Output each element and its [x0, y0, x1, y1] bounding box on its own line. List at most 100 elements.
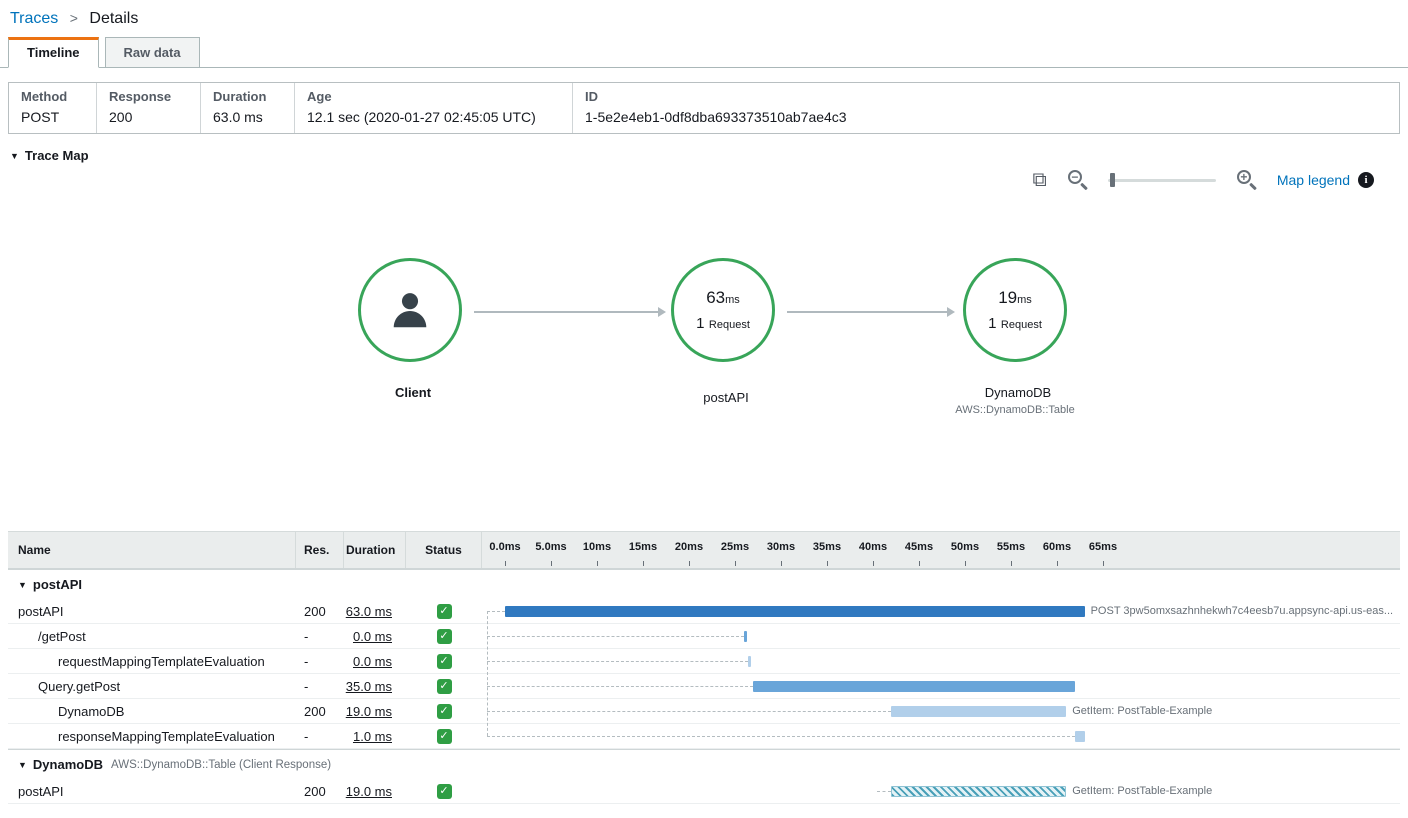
tab-timeline[interactable]: Timeline [8, 37, 99, 68]
summary-col-id: ID1-5e2e4eb1-0df8dba693373510ab7ae4c3 [573, 83, 1399, 133]
breadcrumb-traces-link[interactable]: Traces [10, 10, 58, 27]
timeline-guide [487, 711, 891, 712]
segment-duration-link[interactable]: 19.0 ms [346, 704, 392, 719]
summary-col-header: Response [109, 89, 188, 104]
timeline-bar[interactable] [891, 786, 1066, 797]
axis-tick-label: 40ms [859, 541, 887, 553]
segment-status-cell: ✓ [406, 654, 482, 669]
summary-col-value: 200 [109, 109, 188, 125]
zoom-slider[interactable] [1108, 172, 1216, 188]
axis-tick-mark [505, 561, 506, 566]
bar-label: GetItem: PostTable-Example [1072, 785, 1212, 797]
zoom-out-button[interactable]: − [1067, 169, 1088, 190]
axis-tick-label: 55ms [997, 541, 1025, 553]
xray-trace-details-page: Traces > Details TimelineRaw data Method… [0, 0, 1408, 804]
bar-label: GetItem: PostTable-Example [1072, 705, 1212, 717]
node-duration: 63 [706, 288, 725, 307]
timeline-bar[interactable] [1075, 731, 1084, 742]
collapse-icon[interactable]: ▼ [18, 580, 27, 590]
segment-response-code: - [296, 729, 344, 744]
timeline-bar[interactable] [505, 606, 1085, 617]
segment-duration-link[interactable]: 0.0 ms [353, 629, 392, 644]
map-node-client[interactable] [358, 258, 462, 362]
summary-col-age: Age12.1 sec (2020-01-27 02:45:05 UTC) [295, 83, 573, 133]
axis-tick-mark [1057, 561, 1058, 566]
timeline-body: ▼postAPIpostAPI20063.0 ms✓POST 3pw5omxsa… [8, 569, 1400, 804]
axis-tick-label: 65ms [1089, 541, 1117, 553]
summary-col-header: ID [585, 89, 1387, 104]
magnifier-handle [1080, 183, 1088, 191]
node-metrics: 19ms 1 Request [988, 288, 1042, 333]
map-edge-postapi-dynamodb[interactable] [787, 311, 947, 313]
map-node-postapi[interactable]: 63ms 1 Request [671, 258, 775, 362]
axis-tick-mark [1011, 561, 1012, 566]
segment-response-code: - [296, 654, 344, 669]
tab-list: TimelineRaw data [0, 37, 1408, 68]
zoom-in-button[interactable]: + [1236, 169, 1257, 190]
trace-map-canvas: ⧉ − + Map legend i Client [0, 163, 1408, 531]
segment-duration-cell: 0.0 ms [344, 654, 406, 669]
timeline-group-dynamodb: ▼ DynamoDB AWS::DynamoDB::Table (Client Re… [8, 749, 1400, 804]
summary-table: MethodPOSTResponse200Duration63.0 msAge1… [8, 82, 1400, 134]
axis-tick-label: 35ms [813, 541, 841, 553]
node-duration-unit: ms [725, 294, 740, 306]
segment-duration-link[interactable]: 63.0 ms [346, 604, 392, 619]
axis-tick-label: 15ms [629, 541, 657, 553]
info-icon[interactable]: i [1358, 172, 1374, 188]
collapse-icon[interactable]: ▼ [18, 760, 27, 770]
segment-name: responseMappingTemplateEvaluation [8, 729, 296, 744]
tab-raw-data[interactable]: Raw data [105, 37, 200, 68]
magnifier-handle [1249, 183, 1257, 191]
axis-tick-mark [919, 561, 920, 566]
segment-chart-cell: GetItem: PostTable-Example [482, 779, 1400, 803]
segment-status-cell: ✓ [406, 604, 482, 619]
timeline-bar[interactable] [753, 681, 1075, 692]
segment-duration-cell: 1.0 ms [344, 729, 406, 744]
trace-map-toggle[interactable]: ▼ Trace Map [0, 134, 1408, 163]
timeline-row-dynamodb[interactable]: DynamoDB20019.0 ms✓GetItem: PostTable-Ex… [8, 699, 1400, 724]
segment-chart-cell [482, 724, 1400, 748]
timeline-row-postapi[interactable]: postAPI20063.0 ms✓POST 3pw5omxsazhnhekwh… [8, 599, 1400, 624]
zoom-out-icon: − [1068, 170, 1082, 184]
axis-tick-label: 45ms [905, 541, 933, 553]
map-edge-client-postapi[interactable] [474, 311, 658, 313]
segment-duration-link[interactable]: 1.0 ms [353, 729, 392, 744]
segment-status-cell: ✓ [406, 629, 482, 644]
timeline-row-requestmappingtemplateevaluation[interactable]: requestMappingTemplateEvaluation-0.0 ms✓ [8, 649, 1400, 674]
bar-label: POST 3pw5omxsazhnhekwh7c4eesb7u.appsync-… [1091, 605, 1393, 617]
map-toolbar: ⧉ − + Map legend i [1033, 169, 1374, 190]
timeline-bar[interactable] [891, 706, 1066, 717]
zoom-slider-handle[interactable] [1110, 173, 1115, 187]
axis-tick-label: 60ms [1043, 541, 1071, 553]
group-label: DynamoDB [33, 757, 103, 772]
column-header-name: Name [8, 532, 296, 568]
node-duration: 19 [998, 288, 1017, 307]
timeline-bar[interactable] [748, 656, 751, 667]
axis-tick-mark [597, 561, 598, 566]
fit-to-window-icon[interactable]: ⧉ [1033, 170, 1047, 190]
group-header-dynamodb[interactable]: ▼ DynamoDB AWS::DynamoDB::Table (Client Re… [8, 749, 1400, 779]
timeline-rows: postAPI20019.0 ms✓GetItem: PostTable-Exa… [8, 779, 1400, 804]
segment-duration-cell: 19.0 ms [344, 704, 406, 719]
segment-duration-cell: 35.0 ms [344, 679, 406, 694]
node-request-count: 1 [988, 315, 996, 332]
timeline-row-responsemappingtemplateevaluation[interactable]: responseMappingTemplateEvaluation-1.0 ms… [8, 724, 1400, 749]
segment-name: /getPost [8, 629, 296, 644]
segment-chart-cell [482, 624, 1400, 648]
segment-duration-link[interactable]: 35.0 ms [346, 679, 392, 694]
breadcrumb-separator: > [70, 10, 78, 26]
map-legend-link[interactable]: Map legend [1277, 172, 1350, 188]
segment-response-code: - [296, 629, 344, 644]
timeline-row-query-getpost[interactable]: Query.getPost-35.0 ms✓ [8, 674, 1400, 699]
status-ok-icon: ✓ [437, 704, 452, 719]
timeline-row-getpost[interactable]: /getPost-0.0 ms ✓ [8, 624, 1400, 649]
timeline-row-postapi[interactable]: postAPI20019.0 ms✓GetItem: PostTable-Exa… [8, 779, 1400, 804]
segment-chart-cell [482, 649, 1400, 673]
segment-duration-link[interactable]: 19.0 ms [346, 784, 392, 799]
map-node-dynamodb[interactable]: 19ms 1 Request [963, 258, 1067, 362]
segment-duration-link[interactable]: 0.0 ms [353, 654, 392, 669]
timeline-bar[interactable] [744, 631, 747, 642]
segment-response-code: 200 [296, 704, 344, 719]
group-header-postapi[interactable]: ▼postAPI [8, 569, 1400, 599]
group-sublabel: AWS::DynamoDB::Table (Client Response) [111, 759, 331, 771]
